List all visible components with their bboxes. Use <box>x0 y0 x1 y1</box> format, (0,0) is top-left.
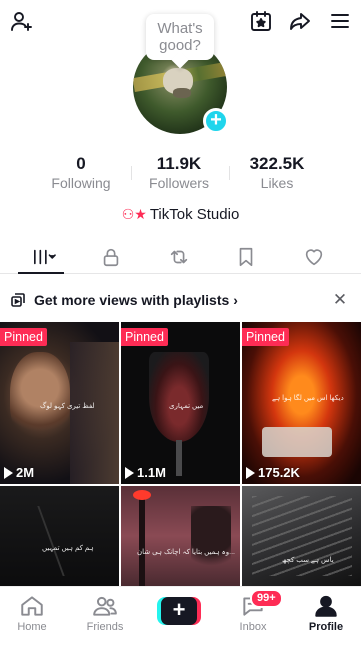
stat-divider <box>131 166 132 180</box>
video-thumbnail[interactable]: Pinned میں تمہاری 1.1M <box>121 322 240 484</box>
plus-icon: + <box>161 597 197 625</box>
nav-profile-label: Profile <box>308 621 344 633</box>
playlist-banner-text: Get more views with playlists › <box>34 292 238 308</box>
nav-inbox-label: Inbox <box>239 621 267 633</box>
video-caption: لفظ تیری کہو لوگ <box>40 403 95 410</box>
active-tab-indicator <box>18 272 64 274</box>
bookmark-icon <box>239 247 253 267</box>
following-stat[interactable]: 0 Following <box>36 154 126 192</box>
likes-count: 322.5K <box>249 154 305 173</box>
video-caption: وہ ہمیں بتایا کہ اچانک ہی شان... <box>137 549 235 556</box>
pinned-badge: Pinned <box>0 328 47 346</box>
heart-icon <box>305 249 323 266</box>
playlist-icon <box>11 293 25 307</box>
profile-tabs <box>0 242 361 274</box>
studio-icon: ⚇★ <box>121 206 147 222</box>
video-thumbnail[interactable]: Pinned لفظ تیری کہو لوگ 2M <box>0 322 119 484</box>
tab-liked[interactable] <box>294 242 334 272</box>
profile-icon <box>315 595 337 617</box>
followers-label: Followers <box>149 175 209 191</box>
view-count: 2M <box>4 465 34 480</box>
bottom-navigation: Home Friends + Inbox 99+ Profile <box>0 586 361 656</box>
pinned-badge: Pinned <box>242 328 289 346</box>
create-button[interactable]: + <box>157 597 201 625</box>
following-count: 0 <box>76 154 86 173</box>
nav-home[interactable]: Home <box>0 593 67 633</box>
nav-profile[interactable]: Profile <box>291 593 361 633</box>
view-count: 175.2K <box>246 465 300 480</box>
play-icon <box>125 466 134 479</box>
tab-private[interactable] <box>91 242 131 272</box>
followers-count: 11.9K <box>156 154 202 173</box>
nav-friends-label: Friends <box>86 621 124 633</box>
video-thumbnail[interactable]: وہ ہمیں بتایا کہ اچانک ہی شان... <box>121 486 240 586</box>
lock-icon <box>103 248 119 267</box>
followers-stat[interactable]: 11.9K Followers <box>134 154 224 192</box>
nav-friends[interactable]: Friends <box>70 593 140 633</box>
status-bubble[interactable]: What's good? <box>146 14 214 60</box>
inbox-badge: 99+ <box>250 589 283 608</box>
video-caption: ہم کم ہیں تمہیں <box>42 545 94 552</box>
video-caption: دیکھا اس میں لگا ہوا ہے <box>272 395 344 402</box>
close-icon[interactable]: ✕ <box>332 290 348 310</box>
repost-icon <box>170 250 188 264</box>
video-thumbnail[interactable]: ہم کم ہیں تمہیں <box>0 486 119 586</box>
video-caption: میں تمہاری <box>169 403 204 410</box>
tab-reposts[interactable] <box>159 242 199 272</box>
studio-label: TikTok Studio <box>149 206 240 223</box>
playlist-banner[interactable]: Get more views with playlists › ✕ <box>0 286 361 314</box>
following-label: Following <box>51 175 111 191</box>
calendar-star-icon[interactable] <box>248 8 274 34</box>
likes-label: Likes <box>260 175 294 191</box>
tab-favorites[interactable] <box>226 242 266 272</box>
add-story-icon[interactable]: + <box>203 108 229 134</box>
nav-home-label: Home <box>17 621 47 633</box>
video-thumbnail[interactable]: Pinned دیکھا اس میں لگا ہوا ہے 175.2K <box>242 322 361 484</box>
pinned-badge: Pinned <box>121 328 168 346</box>
view-count: 1.1M <box>125 465 166 480</box>
add-friend-icon[interactable] <box>8 8 34 34</box>
share-icon[interactable] <box>287 8 313 34</box>
stat-divider <box>229 166 230 180</box>
video-thumbnail[interactable]: یاس ہے سب کچھ <box>242 486 361 586</box>
video-grid: Pinned لفظ تیری کہو لوگ 2M Pinned میں تم… <box>0 322 361 586</box>
tiktok-studio-link[interactable]: ⚇★ TikTok Studio <box>0 206 361 223</box>
play-icon <box>4 466 13 479</box>
menu-icon[interactable] <box>327 8 353 34</box>
video-caption: یاس ہے سب کچھ <box>282 557 334 564</box>
tab-videos[interactable] <box>22 242 66 272</box>
friends-icon <box>93 596 117 616</box>
home-icon <box>21 596 43 616</box>
play-icon <box>246 466 255 479</box>
likes-stat[interactable]: 322.5K Likes <box>232 154 322 192</box>
